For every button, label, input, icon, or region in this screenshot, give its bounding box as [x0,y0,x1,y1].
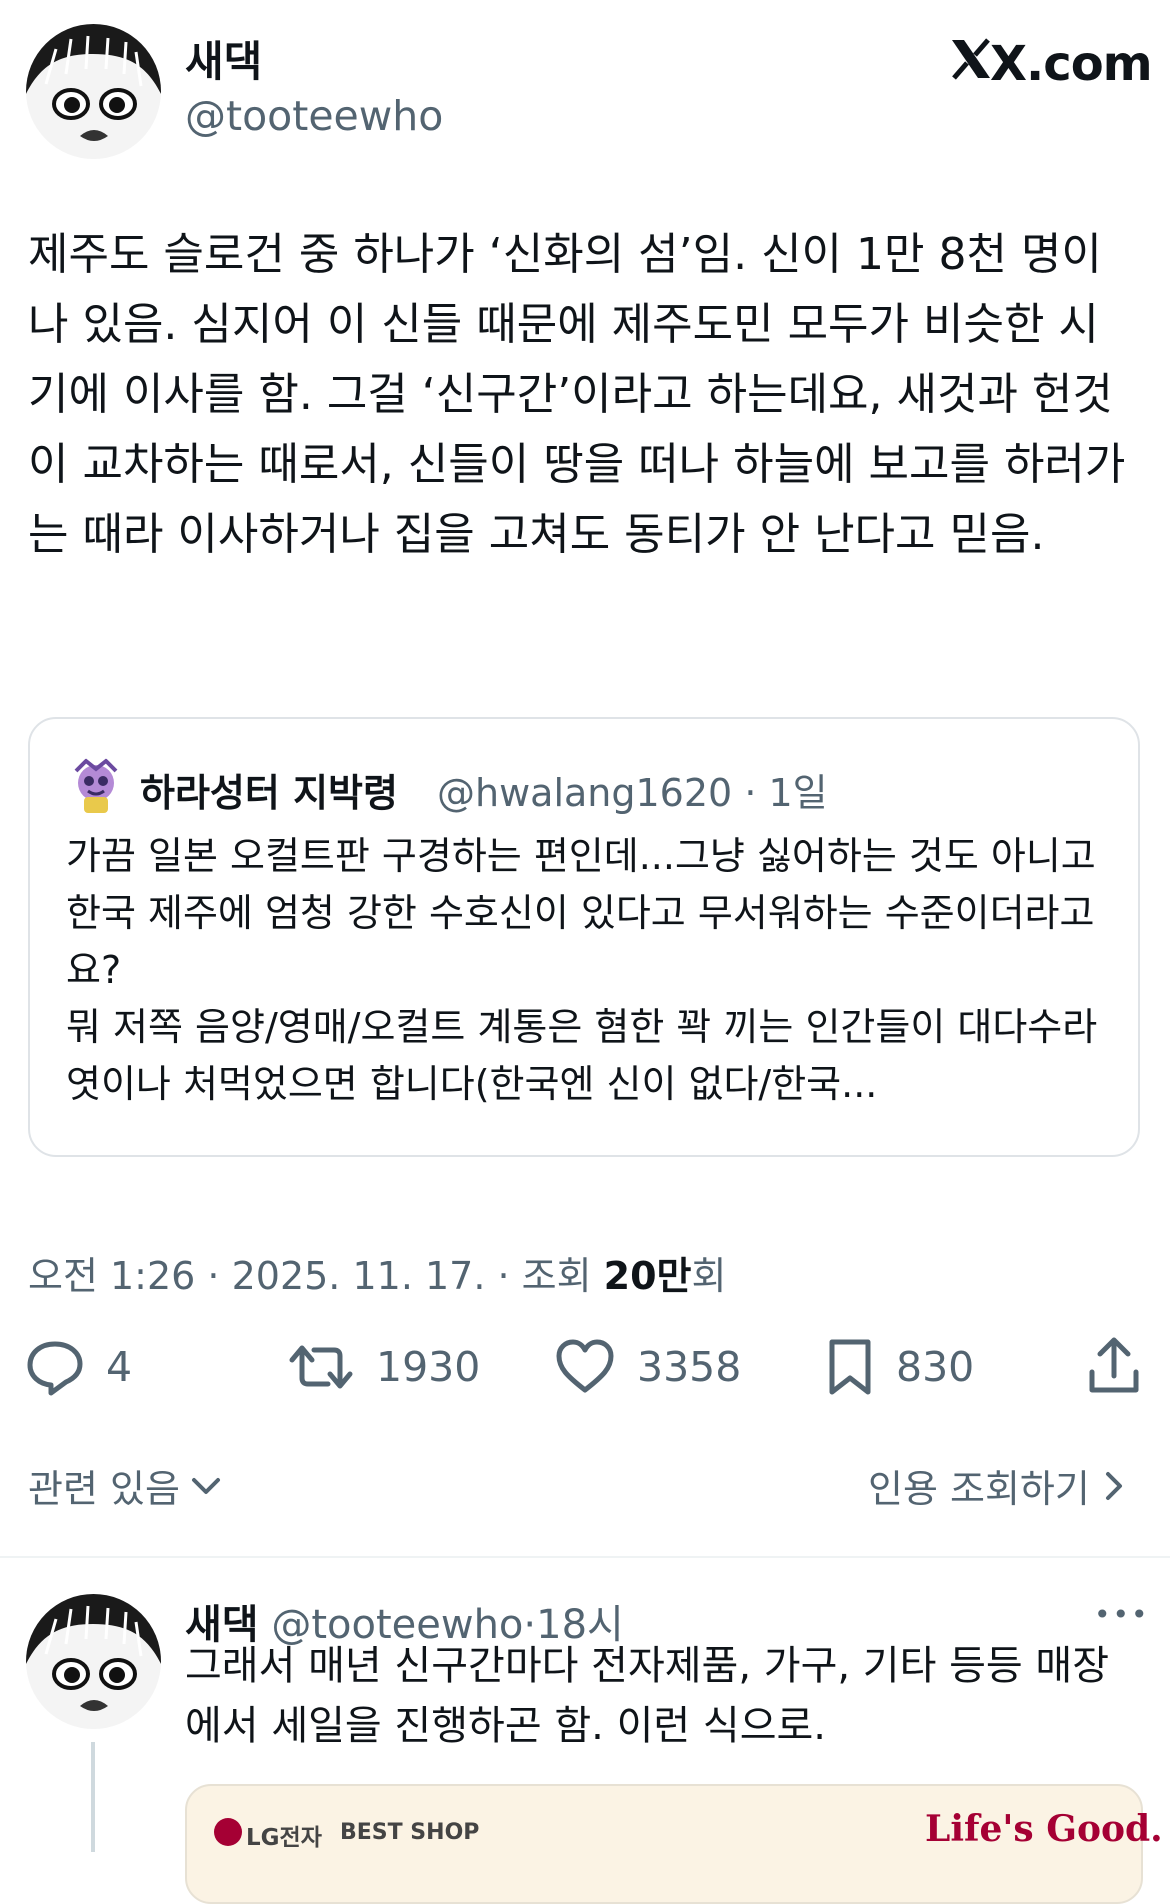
views-unit: 회 [691,1254,727,1298]
more-icon[interactable]: ••• [1094,1598,1150,1631]
author-display-name[interactable]: 새댁 [185,28,262,89]
quoted-author-name[interactable]: 하라성터 지박령 [140,762,398,817]
bookmark-button[interactable]: 830 [826,1338,974,1396]
like-button[interactable]: 3358 [555,1338,741,1396]
media-brand-right: Life's Good. [925,1808,1163,1850]
repost-count: 1930 [376,1343,481,1391]
tweet-meta: 오전 1:26 · 2025. 11. 17. · 조회 20만회 [28,1245,726,1300]
share-icon [1089,1337,1139,1393]
repost-button[interactable]: 1930 [288,1338,480,1396]
quoted-author-meta: @hwalang1620 · 1일 [437,762,828,817]
media-brand-mid: BEST SHOP [340,1820,480,1845]
bookmark-count: 830 [896,1343,975,1391]
quote-views-label: 인용 조회하기 [868,1467,1090,1511]
meta-separator: · [485,1254,522,1298]
quoted-author-avatar[interactable] [66,757,126,817]
meta-separator: · [195,1254,232,1298]
views-count: 20만 [603,1254,692,1298]
author-handle[interactable]: @tooteewho [185,92,443,140]
reply-author-avatar[interactable] [26,1594,161,1729]
chevron-down-icon [191,1477,220,1494]
related-label: 관련 있음 [28,1467,180,1511]
x-logo-icon [948,36,994,82]
tweet-text: 제주도 슬로건 중 하나가 ‘신화의 섬’임. 신이 1만 8천 명이나 있음.… [28,229,1126,560]
author-avatar[interactable] [26,24,161,159]
thread-line [91,1742,95,1852]
quoted-tweet-text: 가끔 일본 오컬트판 구경하는 편인데...그냥 싫어하는 것도 아니고 한국 … [66,828,1106,1113]
quoted-tweet-text-content: 가끔 일본 오컬트판 구경하는 편인데...그냥 싫어하는 것도 아니고 한국 … [66,834,1098,1106]
tweet-date[interactable]: 2025. 11. 17. [232,1254,486,1298]
views-label: 조회 [521,1254,604,1298]
tweet-time[interactable]: 오전 1:26 [28,1254,195,1298]
brand-label: X.com [990,36,1153,92]
repost-icon [289,1345,353,1389]
like-count: 3358 [637,1343,742,1391]
section-divider [0,1556,1170,1558]
share-button[interactable] [1086,1336,1142,1400]
reply-button[interactable]: 4 [26,1338,132,1396]
chevron-right-icon [1105,1471,1122,1500]
bookmark-icon [829,1339,871,1395]
lg-logo-icon [214,1818,242,1846]
reply-text: 그래서 매년 신구간마다 전자제품, 가구, 기타 등등 매장에서 세일을 진행… [185,1643,1110,1749]
quoted-author-handle[interactable]: @hwalang1620 [437,771,732,815]
reply-count: 4 [106,1343,133,1391]
reply-icon [27,1341,83,1396]
meta-separator: · [744,771,757,815]
quoted-tweet-time[interactable]: 1일 [769,771,828,815]
quote-views-link[interactable]: 인용 조회하기 [868,1458,1132,1513]
like-icon [556,1339,614,1393]
related-toggle[interactable]: 관련 있음 [28,1458,226,1513]
